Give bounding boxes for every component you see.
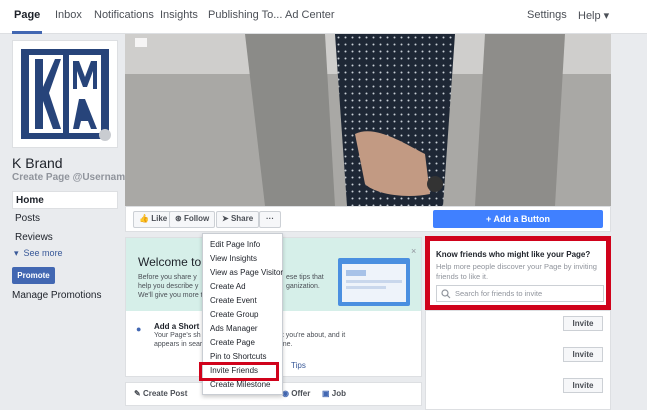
page-preview-illustration — [338, 258, 410, 306]
add-a-button[interactable]: + Add a Button — [433, 210, 603, 228]
job-button[interactable]: ▣ Job — [322, 389, 346, 398]
camera-icon — [135, 38, 147, 47]
menu-item-pin-to-shortcuts[interactable]: Pin to Shortcuts — [210, 352, 266, 361]
invite-button[interactable]: Invite — [563, 347, 603, 362]
k-brand-logo — [21, 49, 111, 141]
short-description-body: Your Page's sh ple know what you're abou… — [154, 332, 346, 348]
like-label: Like — [151, 214, 168, 223]
see-more-link[interactable]: ▾ See more — [14, 248, 63, 259]
thumbs-up-icon: 👍 — [139, 214, 149, 223]
job-label: Job — [331, 389, 347, 398]
sidebar-item-reviews[interactable]: Reviews — [12, 229, 118, 247]
invite-button[interactable]: Invite — [563, 378, 603, 393]
follow-button[interactable]: ⊛ Follow — [169, 211, 216, 228]
tag-icon: ◉ — [282, 389, 289, 398]
share-button[interactable]: ➤ Share — [216, 211, 260, 228]
top-nav: Page Inbox Notifications Insights Publis… — [0, 0, 647, 34]
menu-item-create-page[interactable]: Create Page — [210, 338, 255, 347]
welcome-body-right: ese tips that ganization. — [286, 274, 324, 290]
promote-button[interactable]: Promote — [12, 267, 55, 284]
tab-page[interactable]: Page — [14, 9, 40, 21]
manage-promotions-link[interactable]: Manage Promotions — [12, 290, 102, 301]
see-more-label: See more — [23, 248, 63, 258]
invite-friends-highlight — [199, 362, 279, 381]
sidebar-item-home[interactable]: Home — [12, 191, 118, 209]
menu-item-view-as-visitor[interactable]: View as Page Visitor — [210, 268, 283, 277]
rss-icon: ⊛ — [175, 214, 182, 223]
menu-item-create-milestone[interactable]: Create Milestone — [210, 380, 270, 389]
tab-inbox[interactable]: Inbox — [55, 9, 82, 21]
camera-icon — [99, 129, 111, 141]
share-label: Share — [230, 214, 254, 223]
create-post-label: Create Post — [142, 389, 188, 398]
cover-photo[interactable] — [125, 34, 611, 206]
invite-card-title: Know friends who might like your Page? — [436, 250, 591, 259]
cover-image — [125, 34, 611, 206]
page-name: K Brand — [12, 155, 63, 171]
offer-label: Offer — [291, 389, 311, 398]
menu-item-create-group[interactable]: Create Group — [210, 310, 258, 319]
pencil-icon: ✎ — [134, 389, 141, 398]
tab-notifications[interactable]: Notifications — [94, 9, 154, 21]
tab-publishing-tools[interactable]: Publishing To... — [208, 9, 282, 21]
invite-card-subtitle: Help more people discover your Page by i… — [436, 262, 597, 281]
chevron-down-icon: ▾ — [14, 248, 19, 258]
active-tab-indicator — [12, 31, 42, 34]
offer-button[interactable]: ◉ Offer — [282, 389, 310, 398]
like-button[interactable]: 👍 Like — [133, 211, 174, 228]
menu-item-create-ad[interactable]: Create Ad — [210, 282, 246, 291]
menu-item-view-insights[interactable]: View Insights — [210, 254, 257, 263]
menu-item-create-event[interactable]: Create Event — [210, 296, 257, 305]
tab-insights[interactable]: Insights — [160, 9, 198, 21]
briefcase-icon: ▣ — [322, 389, 330, 398]
friend-search-input[interactable]: Search for friends to invite — [436, 285, 604, 302]
sidebar-item-posts[interactable]: Posts — [12, 210, 118, 228]
lightbulb-icon: ● — [136, 324, 142, 334]
share-arrow-icon: ➤ — [222, 214, 229, 223]
help-menu[interactable]: Help ▾ — [578, 9, 609, 22]
follow-label: Follow — [183, 214, 210, 223]
settings-link[interactable]: Settings — [527, 9, 567, 21]
invite-button[interactable]: Invite — [563, 316, 603, 331]
invite-friends-card: Know friends who might like your Page? H… — [425, 236, 611, 310]
menu-item-ads-manager[interactable]: Ads Manager — [210, 324, 258, 333]
tab-ad-center[interactable]: Ad Center — [285, 9, 335, 21]
more-options-button[interactable]: ··· — [259, 211, 281, 228]
create-post-button[interactable]: ✎ Create Post — [134, 389, 187, 398]
page-profile-picture[interactable] — [12, 40, 118, 148]
friend-search-placeholder: Search for friends to invite — [455, 289, 543, 298]
see-all-tips-link[interactable]: Tips — [291, 361, 306, 370]
search-icon — [441, 289, 451, 299]
close-icon[interactable]: × — [411, 246, 416, 256]
create-username-link[interactable]: Create Page @Username — [12, 172, 131, 183]
menu-item-edit-page-info[interactable]: Edit Page Info — [210, 240, 260, 249]
